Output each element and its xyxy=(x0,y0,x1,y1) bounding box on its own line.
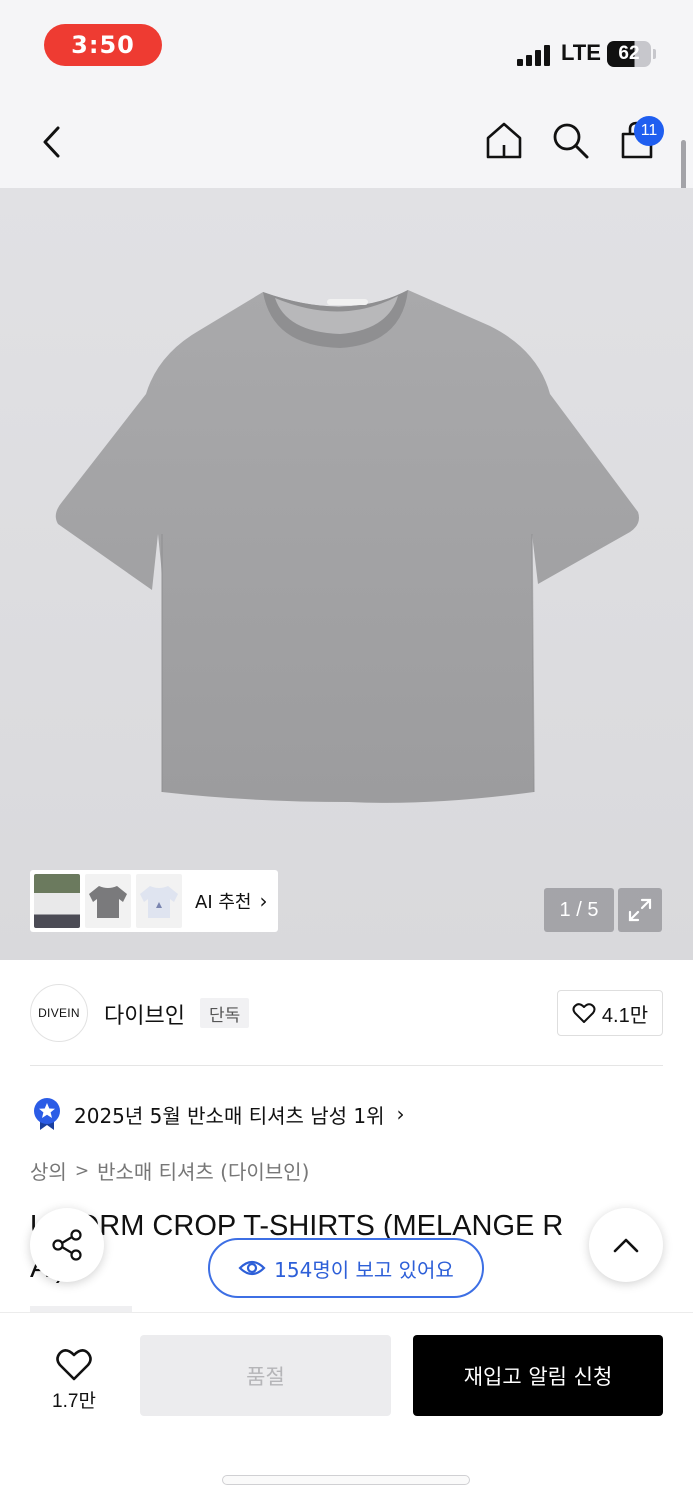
heart-icon xyxy=(56,1348,92,1380)
chevron-right-icon: › xyxy=(396,1102,405,1126)
chevron-up-icon xyxy=(613,1238,639,1253)
home-indicator xyxy=(222,1475,470,1485)
restock-alert-button[interactable]: 재입고 알림 신청 xyxy=(413,1335,663,1416)
heart-icon xyxy=(572,1003,596,1023)
viewers-count-text: 154명이 보고 있어요 xyxy=(274,1257,454,1282)
exclusive-badge: 단독 xyxy=(200,998,250,1028)
brand-like-button[interactable]: 4.1만 xyxy=(557,990,663,1036)
recommendation-thumbnail xyxy=(136,874,182,928)
product-image-gallery[interactable]: AI 추천 › 1 / 5 xyxy=(0,188,693,960)
image-page-counter: 1 / 5 xyxy=(544,888,614,932)
wishlist-count: 1.7만 xyxy=(52,1390,96,1412)
status-bar: 3:50 LTE 62 xyxy=(0,0,693,96)
battery-tip xyxy=(653,49,656,59)
ranking-badge-icon xyxy=(34,1098,60,1130)
chevron-right-icon: > xyxy=(74,1160,90,1181)
ranking-link[interactable]: 2025년 5월 반소매 티셔츠 남성 1위 › xyxy=(32,1096,405,1132)
breadcrumb-category[interactable]: 상의 xyxy=(30,1156,67,1185)
scroll-to-top-button[interactable] xyxy=(589,1208,663,1282)
status-time: 3:50 xyxy=(44,24,162,66)
search-button[interactable] xyxy=(546,116,594,164)
search-icon xyxy=(553,123,589,159)
eye-icon xyxy=(238,1260,266,1276)
home-button[interactable] xyxy=(480,116,528,164)
share-icon xyxy=(52,1229,82,1261)
bottom-action-bar: 1.7만 품절 재입고 알림 신청 xyxy=(0,1312,693,1500)
breadcrumb: 상의 > 반소매 티셔츠 (다이브인) xyxy=(30,1156,309,1185)
chevron-left-icon xyxy=(43,126,60,158)
home-icon xyxy=(486,122,522,159)
share-button[interactable] xyxy=(30,1208,104,1282)
nav-header xyxy=(0,96,693,188)
ai-recommendation-button[interactable]: AI 추천 › xyxy=(30,870,278,932)
brand-name-link[interactable]: 다이브인 xyxy=(104,998,185,1030)
back-button[interactable] xyxy=(28,118,76,166)
signal-icon xyxy=(517,44,553,66)
divider xyxy=(30,1065,663,1066)
cart-count-badge: 11 xyxy=(634,116,664,146)
expand-image-button[interactable] xyxy=(618,888,662,932)
chevron-right-icon: › xyxy=(259,889,268,913)
network-type: LTE xyxy=(561,40,601,65)
recommendation-thumbnail xyxy=(34,874,80,928)
recommendation-thumbnail xyxy=(85,874,131,928)
brand-logo[interactable]: DIVEIN xyxy=(30,984,88,1042)
soldout-button: 품절 xyxy=(140,1335,391,1416)
breadcrumb-subcategory[interactable]: 반소매 티셔츠 (다이브인) xyxy=(97,1156,309,1185)
expand-icon xyxy=(628,898,652,922)
ranking-text: 2025년 5월 반소매 티셔츠 남성 1위 xyxy=(74,1103,385,1128)
wishlist-button[interactable]: 1.7만 xyxy=(28,1343,120,1417)
ai-recommendation-label: AI 추천 xyxy=(195,892,252,913)
battery-icon: 62 xyxy=(607,41,651,67)
product-tshirt-image xyxy=(55,290,639,803)
brand-like-count: 4.1만 xyxy=(601,1004,649,1027)
viewers-count-badge: 154명이 보고 있어요 xyxy=(208,1238,484,1298)
